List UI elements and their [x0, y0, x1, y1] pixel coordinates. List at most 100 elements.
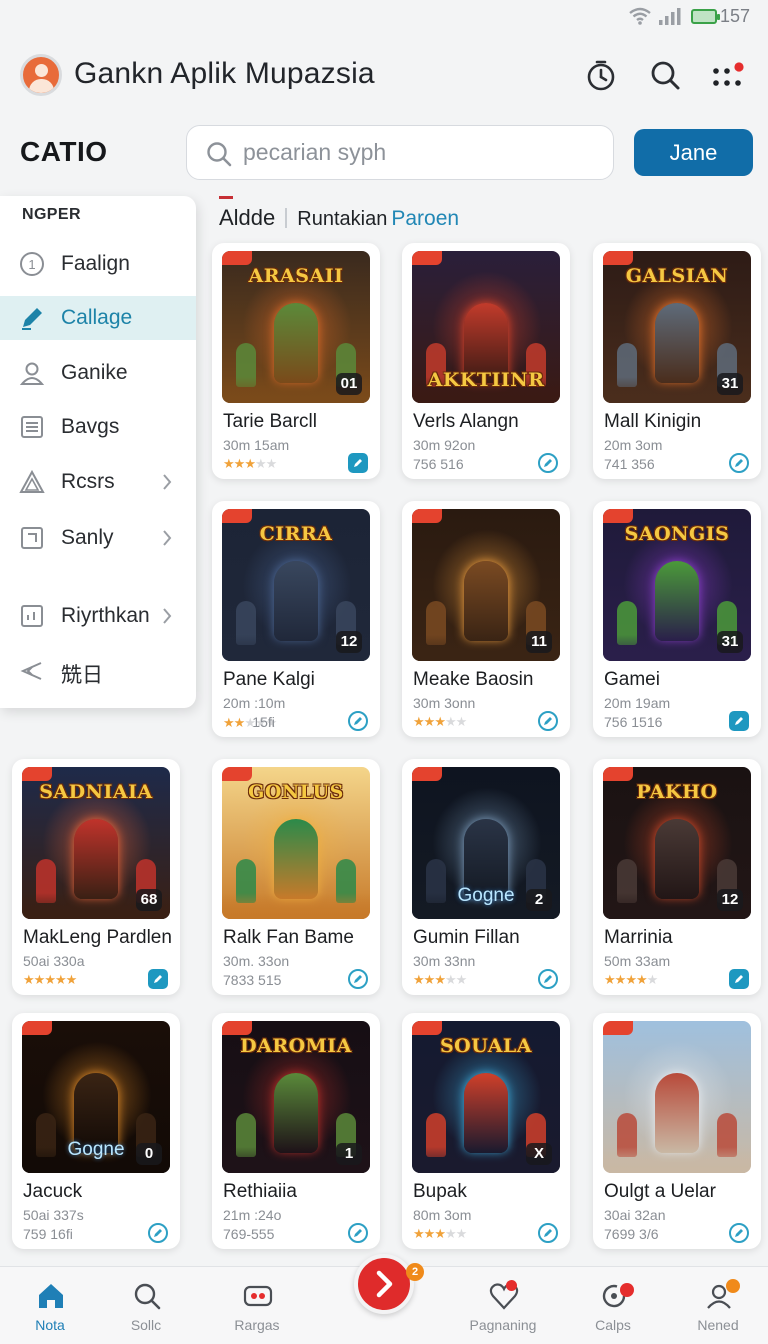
game-thumbnail[interactable]: Gogne 0	[22, 1021, 170, 1173]
edit-icon[interactable]	[538, 453, 558, 473]
game-card[interactable]: AKKTIINR Verls Alangn 30m 92on 756 516	[402, 243, 570, 479]
menu-item-bavgs[interactable]: Bavgs	[0, 405, 196, 449]
nav-item-profile[interactable]: Nened	[670, 1267, 766, 1344]
jane-button[interactable]: Jane	[634, 129, 753, 176]
edit-icon[interactable]	[729, 1223, 749, 1243]
game-thumbnail[interactable]: DAROMIA 1	[222, 1021, 370, 1173]
edit-icon[interactable]	[148, 969, 168, 989]
edit-icon[interactable]	[348, 1223, 368, 1243]
game-title: Gumin Fillan	[413, 927, 520, 948]
game-thumbnail[interactable]	[603, 1021, 751, 1173]
game-title: Verls Alangn	[413, 411, 519, 432]
game-duration: 50ai 330a	[23, 953, 85, 969]
game-thumbnail[interactable]: PAKHO 12	[603, 767, 751, 919]
game-card[interactable]: ARASAII 01 Tarie Barcll 30m 15am ★★★★★	[212, 243, 380, 479]
game-card[interactable]: SOUALA X Bupak 80m 3om ★★★★★	[402, 1013, 570, 1249]
game-thumbnail[interactable]: Gogne 2	[412, 767, 560, 919]
menu-item-sanly[interactable]: Sanly	[0, 516, 196, 560]
section-tab-paroen[interactable]: Paroen	[391, 207, 459, 230]
hero-figure	[74, 819, 118, 899]
corner-tag	[22, 1021, 52, 1035]
game-card[interactable]: GALSIAN 31 Mall Kinigin 20m 3om 741 356	[593, 243, 761, 479]
game-thumbnail[interactable]: SAONGIS 31	[603, 509, 751, 661]
edit-icon[interactable]	[538, 969, 558, 989]
side-menu: NGPER 1 Faalign Callage Ganike Bavgs Rcs…	[0, 196, 196, 708]
timer-icon[interactable]	[584, 58, 618, 92]
game-card[interactable]: GONLUS Ralk Fan Bame 30m. 33on 7833 515	[212, 759, 380, 995]
search-icon[interactable]	[648, 58, 682, 92]
notification-dot	[620, 1283, 634, 1297]
game-thumbnail[interactable]: GONLUS	[222, 767, 370, 919]
game-thumbnail[interactable]: ARASAII 01	[222, 251, 370, 403]
game-card[interactable]: DAROMIA 1 Rethiaiia 21m :24o 769-555	[212, 1013, 380, 1249]
menu-item-share[interactable]: 兟日	[0, 649, 196, 693]
nav-item-calps[interactable]: Calps	[565, 1267, 661, 1344]
chevron-right-icon	[163, 474, 172, 490]
count-badge: 31	[717, 631, 743, 653]
nav-item-home[interactable]: Nota	[2, 1267, 98, 1344]
search-bar[interactable]	[186, 125, 614, 180]
menu-item-rcsrs[interactable]: Rcsrs	[0, 460, 196, 504]
count-badge: 1	[336, 1143, 362, 1165]
artwork-title: DAROMIA	[240, 1035, 352, 1057]
game-duration: 80m 3om	[413, 1207, 472, 1223]
menu-item-riyrthkan[interactable]: Riyrthkan	[0, 594, 196, 638]
notification-dot	[506, 1280, 517, 1291]
game-card[interactable]: Oulgt a Uelar 30ai 32an 7699 3/6	[593, 1013, 761, 1249]
edit-icon[interactable]	[729, 453, 749, 473]
star-icon: ★	[54, 972, 67, 987]
hero-figure	[655, 303, 699, 383]
star-icon: ★	[244, 456, 256, 471]
game-thumbnail[interactable]: AKKTIINR	[412, 251, 560, 403]
nav-item-favorites[interactable]: Pagnaning	[455, 1267, 551, 1344]
game-card[interactable]: CIRRA 12 Pane Kalgi 20m :10m ★★★★★15fi	[212, 501, 380, 737]
game-thumbnail[interactable]: CIRRA 12	[222, 509, 370, 661]
game-card[interactable]: PAKHO 12 Marrinia 50m 33am ★★★★★	[593, 759, 761, 995]
game-thumbnail[interactable]: 11	[412, 509, 560, 661]
edit-icon[interactable]	[148, 1223, 168, 1243]
menu-item-callage[interactable]: Callage	[0, 296, 196, 340]
star-icon: ★	[614, 972, 627, 987]
nav-item-games[interactable]: Rargas	[209, 1267, 305, 1344]
square-icon	[21, 527, 43, 549]
edit-icon[interactable]	[729, 711, 749, 731]
chart-box-icon	[21, 605, 43, 627]
hero-figure	[274, 819, 318, 899]
nav-label: Rargas	[234, 1317, 280, 1333]
game-card[interactable]: SADNIAIA 68 MakLeng Pardlen 50ai 330a ★★★★★	[12, 759, 180, 995]
star-icon: ★	[455, 972, 468, 987]
play-fab-button[interactable]	[354, 1254, 414, 1314]
thumbnail-ground	[222, 893, 370, 919]
count-badge: 01	[336, 373, 362, 395]
game-title: Jacuck	[23, 1181, 83, 1202]
list-icon	[21, 416, 43, 438]
game-card[interactable]: Gogne 2 Gumin Fillan 30m 33nn ★★★★★	[402, 759, 570, 995]
edit-icon[interactable]	[538, 711, 558, 731]
section-tab-runtakian[interactable]: Runtakian	[297, 208, 387, 230]
hero-figure	[655, 819, 699, 899]
star-icon: ★	[413, 714, 425, 729]
more-options-icon[interactable]	[710, 58, 744, 92]
menu-item-ganike[interactable]: Ganike	[0, 351, 196, 395]
circle-one-icon: 1	[20, 252, 44, 276]
edit-icon[interactable]	[348, 969, 368, 989]
game-thumbnail[interactable]: SOUALA X	[412, 1021, 560, 1173]
avatar[interactable]	[20, 54, 62, 96]
game-title: Pane Kalgi	[223, 669, 315, 690]
edit-icon[interactable]	[538, 1223, 558, 1243]
game-card[interactable]: 11 Meake Baosin 30m 3onn ★★★★★	[402, 501, 570, 737]
edit-icon[interactable]	[348, 711, 368, 731]
search-input[interactable]	[243, 126, 593, 178]
game-thumbnail[interactable]: SADNIAIA 68	[22, 767, 170, 919]
edit-icon[interactable]	[348, 453, 368, 473]
edit-icon[interactable]	[729, 969, 749, 989]
nav-item-search[interactable]: Sollc	[98, 1267, 194, 1344]
menu-item-faalign[interactable]: 1 Faalign	[0, 242, 196, 286]
game-thumbnail[interactable]: GALSIAN 31	[603, 251, 751, 403]
game-card[interactable]: Gogne 0 Jacuck 50ai 337s 759 16fi	[12, 1013, 180, 1249]
game-card[interactable]: SAONGIS 31 Gamei 20m 19am 756 1516	[593, 501, 761, 737]
share-icon	[20, 662, 42, 680]
game-stats: 756 516	[413, 456, 464, 472]
star-icon: ★	[23, 972, 35, 987]
corner-tag	[222, 251, 252, 265]
